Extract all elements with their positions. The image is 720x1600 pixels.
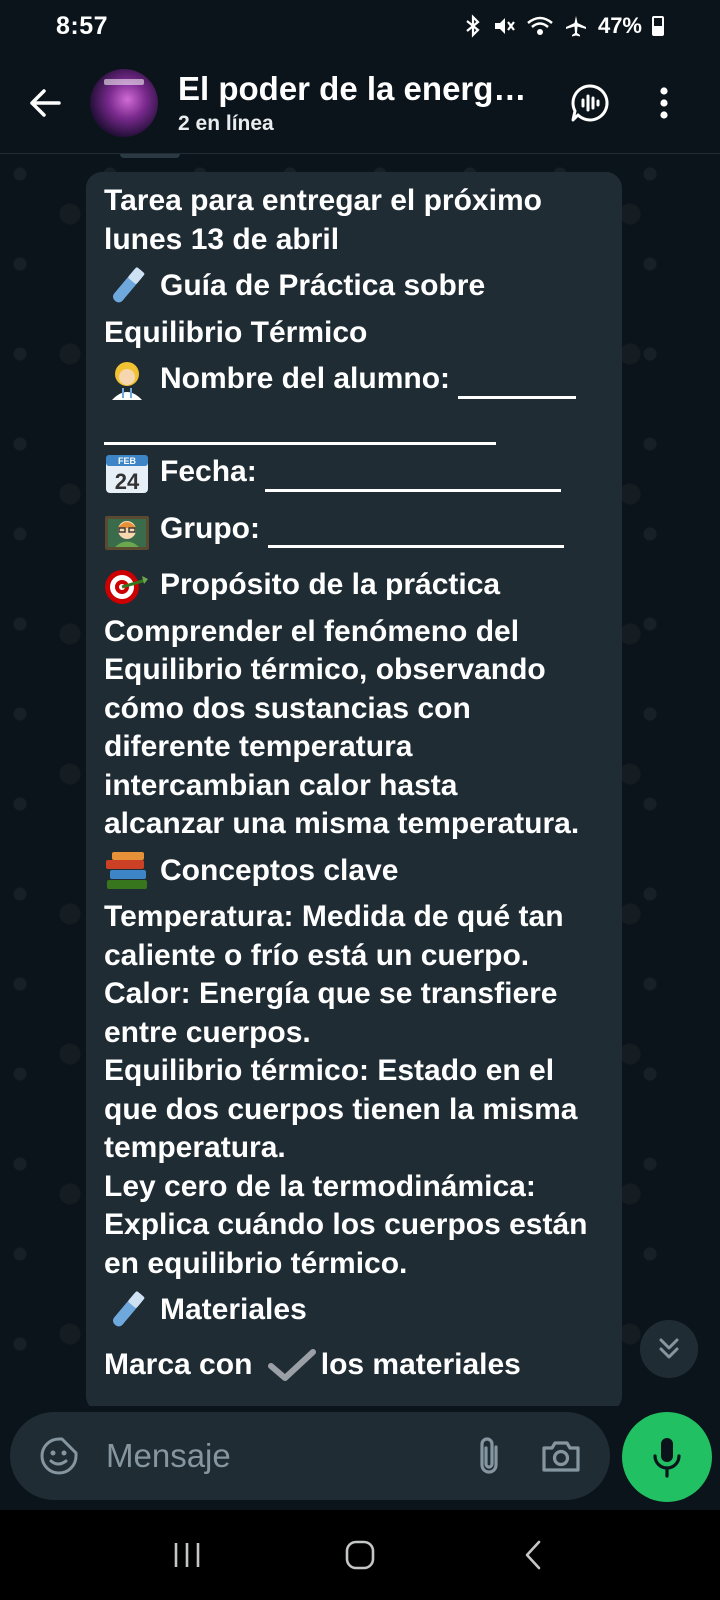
group-blank-line xyxy=(268,518,565,548)
message-line-text: Materiales xyxy=(160,1293,307,1326)
books-icon xyxy=(104,851,150,890)
header-actions xyxy=(562,75,720,131)
message-line: FEB 24 Fecha: xyxy=(104,453,604,494)
calendar-month: FEB xyxy=(118,456,137,466)
check-mark-icon xyxy=(267,1346,317,1384)
message-bubble[interactable]: Tarea para entregar el próximo lunes 13 … xyxy=(86,172,622,1406)
chat-area[interactable]: Tarea para entregar el próximo lunes 13 … xyxy=(0,154,720,1406)
battery-percent: 47% xyxy=(597,13,642,38)
message-line xyxy=(104,407,604,445)
system-nav-bar xyxy=(0,1510,720,1600)
date-blank-line xyxy=(265,462,562,492)
more-vert-icon xyxy=(660,86,668,119)
back-nav-button[interactable] xyxy=(493,1515,573,1595)
home-button[interactable] xyxy=(320,1515,400,1595)
recent-apps-icon xyxy=(174,1543,199,1567)
message-line: Equilibrio térmico: Estado en el xyxy=(104,1054,555,1087)
chat-header: El poder de la energi… 2 en línea xyxy=(0,52,720,154)
sticker-icon xyxy=(40,1437,78,1475)
message-line: Propósito de la práctica xyxy=(104,566,604,605)
message-line: Conceptos clave xyxy=(104,851,604,891)
message-composer: Mensaje xyxy=(10,1412,610,1500)
message-line: Marca con los materiales xyxy=(104,1346,604,1385)
message-line-text: Guía de Práctica sobre xyxy=(160,269,486,302)
chat-title: El poder de la energi… xyxy=(178,69,528,107)
test-tube-icon xyxy=(104,267,150,305)
camera-icon xyxy=(542,1441,580,1472)
message-line: Grupo: xyxy=(104,510,604,550)
message-line: que dos cuerpos tienen la misma xyxy=(104,1092,578,1126)
mute-icon xyxy=(492,14,516,38)
scientist-woman-icon xyxy=(104,360,150,400)
chat-subtitle: 2 en línea xyxy=(178,111,274,135)
microphone-icon xyxy=(653,1438,681,1478)
message-line: diferente temperatura xyxy=(104,730,413,763)
voice-message-button[interactable] xyxy=(622,1412,712,1502)
voice-chat-icon xyxy=(571,83,609,121)
message-line-text: Propósito de la práctica xyxy=(160,568,501,601)
back-button[interactable] xyxy=(0,52,90,154)
message-line: lunes 13 de abril xyxy=(104,222,340,256)
calendar-day: 24 xyxy=(115,469,140,494)
more-options-button[interactable] xyxy=(636,75,692,131)
battery-fill xyxy=(654,26,662,34)
message-line: Comprender el fenómeno del xyxy=(104,614,520,648)
message-line-text: Conceptos clave xyxy=(160,853,399,887)
message-line: Equilibrio térmico, observando xyxy=(104,653,546,686)
scroll-to-bottom-button[interactable] xyxy=(640,1320,698,1378)
message-line: Nombre del alumno: xyxy=(104,360,604,400)
chat-title-block[interactable]: El poder de la energi… 2 en línea xyxy=(178,70,562,136)
target-icon xyxy=(104,566,150,604)
bluetooth-icon xyxy=(464,14,482,38)
message-line-text: Grupo: xyxy=(160,511,260,545)
double-chevron-down-icon xyxy=(659,1338,679,1359)
back-chevron-icon xyxy=(526,1540,541,1570)
message-line: temperatura. xyxy=(104,1131,286,1164)
message-line-text: Fecha: xyxy=(160,455,257,488)
name-blank-line-2 xyxy=(104,415,496,445)
group-avatar[interactable] xyxy=(90,68,158,137)
message-line: Explica cuándo los cuerpos están xyxy=(104,1208,588,1241)
status-bar: 8:57 47% xyxy=(0,0,720,52)
attach-button[interactable] xyxy=(462,1429,516,1483)
message-line: alcanzar una misma temperatura. xyxy=(104,807,580,840)
teacher-icon xyxy=(104,510,150,550)
message-line: intercambian calor hasta xyxy=(104,768,458,802)
message-line: entre cuerpos. xyxy=(104,1015,311,1049)
message-line-text: los materiales xyxy=(320,1347,521,1381)
status-time: 8:57 xyxy=(56,11,109,40)
previous-bubble-edge xyxy=(120,154,180,158)
message-line: caliente o frío está un cuerpo. xyxy=(104,938,530,972)
message-line: Equilibrio Térmico xyxy=(104,315,368,349)
calendar-icon: FEB 24 xyxy=(104,453,150,494)
arrow-left-icon xyxy=(30,88,61,117)
battery-icon xyxy=(652,16,664,36)
paperclip-icon xyxy=(480,1437,498,1474)
message-line: Materiales xyxy=(104,1291,604,1330)
voice-chat-button[interactable] xyxy=(562,75,618,131)
status-icons: 47% xyxy=(464,13,664,39)
home-icon xyxy=(345,1540,375,1570)
message-line: Calor: Energía que se transfiere xyxy=(104,977,558,1010)
message-line: Temperatura: Medida de qué tan xyxy=(104,900,564,933)
message-line: en equilibrio térmico. xyxy=(104,1246,408,1280)
recent-apps-button[interactable] xyxy=(147,1515,227,1595)
message-line: Ley cero de la termodinámica: xyxy=(104,1169,536,1203)
message-input[interactable]: Mensaje xyxy=(106,1437,462,1475)
message-line: Guía de Práctica sobre xyxy=(104,267,604,306)
wifi-icon xyxy=(526,14,554,38)
message-line-text: Nombre del alumno: xyxy=(160,362,451,395)
message-line-text: Marca con xyxy=(104,1347,253,1381)
message-line: Tarea para entregar el próximo xyxy=(104,184,542,217)
airplane-icon xyxy=(564,14,588,38)
sticker-button[interactable] xyxy=(32,1429,86,1483)
message-line: cómo dos sustancias con xyxy=(104,691,471,725)
name-blank-line xyxy=(458,369,577,399)
test-tube-icon xyxy=(104,1291,150,1329)
camera-button[interactable] xyxy=(534,1429,588,1483)
